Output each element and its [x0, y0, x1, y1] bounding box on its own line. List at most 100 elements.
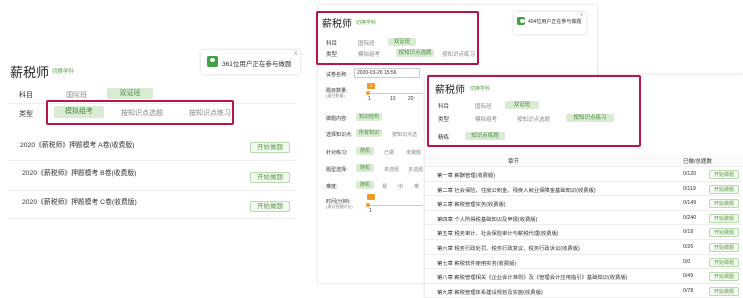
- count-slider-track[interactable]: [368, 93, 423, 94]
- chapter-progress: 0/120: [683, 171, 697, 177]
- page-title: 薪税师: [435, 85, 465, 96]
- start-button[interactable]: 开始做题: [250, 172, 290, 183]
- count-tick: 1: [368, 96, 371, 102]
- start-button[interactable]: 开始做题: [709, 272, 739, 282]
- tab-dual-cert[interactable]: 双证班: [505, 101, 539, 109]
- exam-name-input[interactable]: 2020-03-26 15:56: [354, 68, 420, 78]
- exam-name-label: 试卷名称:: [326, 72, 348, 78]
- content-label: 做题内容:: [326, 116, 348, 122]
- time-slider-flag: [367, 194, 375, 200]
- page-title: 薪税师: [10, 65, 50, 80]
- knowledge-label: 选择知识点:: [326, 132, 353, 138]
- qtype-option[interactable]: 多选题: [408, 166, 423, 173]
- user-icon: [207, 56, 218, 67]
- tab-international[interactable]: 国际班: [66, 90, 87, 100]
- time-value: 1: [369, 208, 372, 214]
- time-hint: (建议答题时长): [326, 204, 353, 209]
- start-button[interactable]: 开始做题: [709, 257, 739, 267]
- right-panel: 薪税师 切换学科 科目 国际班 双证班 类型 模拟组考 按知识点选题 按知识点练…: [425, 75, 743, 298]
- start-button[interactable]: 开始做题: [709, 243, 739, 252]
- tab-select-by-point[interactable]: 按知识点选题: [396, 49, 434, 57]
- tab-international[interactable]: 国际班: [358, 39, 375, 47]
- table-row: 第七章 薪税软件使用实务(收费版) 0/0 开始做题: [425, 255, 741, 270]
- start-button[interactable]: 开始做题: [709, 184, 739, 194]
- difficulty-option[interactable]: 中: [398, 183, 403, 190]
- toast-close-icon[interactable]: X: [580, 12, 583, 17]
- table-row: 第四章 个人所得税基础知识及申报(收费版) 0/240 开始做题: [425, 211, 741, 226]
- start-button[interactable]: 开始做题: [250, 201, 290, 212]
- chapter-name: 第三章 薪税管理实务(收费版): [437, 202, 506, 209]
- count-tick: 10: [390, 96, 396, 102]
- left-panel: 薪税师 切换学科 361位用户正在参与做题 X 科目 国际班 双证班 类型 模拟…: [0, 0, 304, 298]
- switch-subject-link[interactable]: 切换学科: [470, 85, 490, 92]
- table-header-progress: 已做/总题数: [683, 159, 713, 165]
- table-row: 第九章 薪税管理体系建设规划及实施(收费版) 0/78 开始做题: [425, 284, 741, 298]
- table-row: 第五章 税务审计、社会保险审计与薪税代理(收费版) 0/19 开始做题: [425, 225, 741, 240]
- chapter-progress: 0/149: [683, 200, 697, 207]
- tab-international[interactable]: 国际班: [475, 102, 492, 110]
- difficulty-option[interactable]: 难: [414, 183, 419, 190]
- start-button[interactable]: 开始做题: [709, 199, 739, 209]
- target-label: 针对练习:: [326, 150, 348, 156]
- start-button[interactable]: 开始做题: [709, 170, 739, 179]
- subject-label: 科目: [438, 104, 450, 110]
- start-button[interactable]: 开始做题: [250, 142, 290, 153]
- toast: 404位用户正在参与做题 X: [514, 12, 586, 34]
- qtype-option[interactable]: 单选题: [384, 166, 399, 173]
- chapter-name: 第二章 社会保险、住房公积金、残疾人就业保障金基础知识(收费版): [437, 187, 596, 194]
- chapter-name: 第八章 薪税管理相关《企业会计准则》及《管理会计应用指引》基础知识(收费版): [437, 275, 628, 282]
- chapter-progress: 0/240: [683, 214, 697, 221]
- tab-select-by-point[interactable]: 按知识点选题: [121, 108, 163, 118]
- chapter-progress: 0/0: [683, 258, 691, 265]
- tab-mock-exam[interactable]: 模拟组考: [475, 115, 497, 123]
- switch-subject-link[interactable]: 切换学科: [52, 67, 74, 75]
- knowledge-option-all[interactable]: 所有知识: [356, 129, 382, 137]
- content-option[interactable]: 知识结构: [356, 113, 382, 121]
- exam-item-name: 2020《薪税师》押题模考 A卷(收费版): [20, 142, 135, 149]
- difficulty-option[interactable]: 易: [382, 183, 387, 190]
- type-label: 类型: [438, 117, 450, 123]
- tab-mock-exam[interactable]: 模拟组考: [54, 106, 104, 118]
- subject-label: 科目: [19, 92, 33, 99]
- count-hint: (道目数量): [326, 93, 345, 98]
- subject-label: 科目: [326, 41, 338, 47]
- chapter-name: 第四章 个人所得税基础知识及申报(收费版): [437, 216, 538, 223]
- target-option[interactable]: 随机: [356, 147, 374, 155]
- row-divider: [8, 218, 296, 219]
- table-row: 第六章 税务行政处罚、税务行政复议、税务行政诉讼(收费版) 0/26 开始做题: [425, 240, 741, 255]
- tab-practice-by-point[interactable]: 按知识点练习: [566, 114, 614, 122]
- tab-practice-by-point[interactable]: 按知识点练习: [189, 108, 231, 118]
- time-slider-track[interactable]: [368, 205, 423, 206]
- tab-dual-cert[interactable]: 双证班: [388, 38, 416, 46]
- difficulty-option[interactable]: 随机: [356, 181, 374, 189]
- exam-item-name: 2020《薪税师》押题模考 B卷(收费版): [22, 170, 137, 177]
- knowledge-option-select[interactable]: 按知识点选: [392, 131, 417, 138]
- tab-mock-exam[interactable]: 模拟组考: [358, 50, 380, 58]
- tab-knowledge-practice[interactable]: 知识点练题: [465, 132, 505, 140]
- chapter-progress: 0/119: [683, 185, 696, 192]
- type-label: 类型: [19, 111, 33, 118]
- tab-select-by-point[interactable]: 按知识点选题: [517, 115, 550, 123]
- count-slider-handle[interactable]: [366, 91, 370, 95]
- tab-dual-cert[interactable]: 双证班: [107, 88, 153, 99]
- table-row: 第二章 社会保险、住房公积金、残疾人就业保障金基础知识(收费版) 0/119 开始做…: [425, 182, 741, 197]
- count-value: 1: [370, 83, 373, 88]
- time-slider-handle[interactable]: [366, 203, 370, 207]
- chapter-name: 第九章 薪税管理体系建设规划及实施(收费版): [437, 289, 543, 296]
- toast-text: 404位用户正在参与做题: [528, 19, 582, 25]
- chapter-progress: 0/49: [683, 273, 694, 280]
- row-divider: [8, 190, 296, 191]
- qtype-option[interactable]: 随机: [356, 164, 374, 172]
- table-row: 第八章 薪税管理相关《企业会计准则》及《管理会计应用指引》基础知识(收费版) 0/…: [425, 269, 741, 284]
- chapter-name: 第七章 薪税软件使用实务(收费版): [437, 260, 517, 267]
- start-button[interactable]: 开始做题: [709, 213, 739, 223]
- tab-practice-by-point[interactable]: 按知识点练习: [442, 50, 475, 58]
- start-button[interactable]: 开始做题: [709, 228, 739, 238]
- toast-close-icon[interactable]: X: [294, 51, 297, 57]
- table-row: 第三章 薪税管理实务(收费版) 0/149 开始做题: [425, 196, 741, 211]
- table-row: 第一章 薪酬管理(收费版) 0/120 开始做题: [425, 167, 741, 182]
- start-button[interactable]: 开始做题: [709, 286, 739, 296]
- target-option[interactable]: 未做题: [406, 149, 421, 156]
- toast: 361位用户正在参与做题 X: [201, 50, 300, 74]
- target-option[interactable]: 已做: [384, 149, 394, 156]
